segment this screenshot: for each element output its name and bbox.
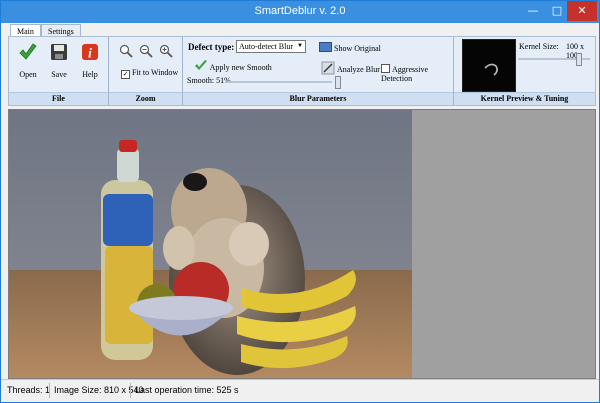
open-button[interactable]: Open	[13, 40, 43, 80]
kernel-size-slider-thumb[interactable]	[576, 53, 582, 66]
photo-image	[9, 110, 412, 378]
blur-parameters-group: Defect type: Auto-detect Blur ▼ Show Ori…	[183, 37, 454, 105]
tab-strip: Main Settings	[1, 23, 599, 38]
checkmark-icon	[195, 60, 207, 70]
help-icon: i	[82, 44, 98, 62]
apply-new-smooth-button[interactable]: Apply new Smooth	[194, 60, 272, 72]
app-window: SmartDeblur v. 2.0 — □ ✕ Main Settings O…	[0, 0, 600, 403]
dropdown-arrow-icon: ▼	[297, 43, 303, 49]
analyze-blur-icon	[321, 61, 335, 75]
save-label: Save	[51, 70, 67, 79]
smooth-label: Smooth: 51%	[187, 76, 231, 85]
zoom-out-icon[interactable]	[139, 44, 153, 58]
save-icon	[51, 44, 67, 60]
close-button[interactable]: ✕	[567, 1, 597, 21]
kernel-preview	[462, 39, 516, 92]
zoom-group: ✓ Fit to Window Zoom	[109, 37, 183, 105]
zoom-group-label: Zoom	[109, 92, 182, 105]
status-divider	[49, 383, 50, 398]
status-bar: Threads: 1 Image Size: 810 x 540 Last op…	[1, 379, 599, 402]
help-label: Help	[82, 70, 98, 79]
fit-to-window-checkbox[interactable]: ✓ Fit to Window	[121, 68, 178, 79]
aggressive-checkbox-box[interactable]	[381, 64, 390, 73]
status-divider	[130, 383, 131, 398]
fit-checkbox-box[interactable]: ✓	[121, 70, 130, 79]
apply-new-smooth-label: Apply new Smooth	[209, 63, 272, 72]
defect-type-value: Auto-detect Blur	[239, 42, 293, 51]
analyze-blur-button[interactable]: Analyze Blur	[321, 61, 380, 75]
fit-to-window-label: Fit to Window	[132, 68, 179, 77]
show-original-label: Show Original	[334, 44, 381, 53]
help-button[interactable]: i Help	[75, 40, 105, 80]
show-original-button[interactable]: Show Original	[319, 42, 381, 53]
ribbon: Open Save i Help File ✓ Fit to Window Zo…	[8, 36, 596, 106]
open-label: Open	[19, 70, 37, 79]
threads-status: Threads: 1	[7, 385, 51, 395]
aggressive-detection-checkbox[interactable]: Aggressive Detection	[381, 64, 453, 83]
window-title: SmartDeblur v. 2.0	[254, 5, 346, 17]
svg-text:i: i	[88, 47, 92, 62]
file-group-label: File	[9, 92, 108, 105]
image-icon	[319, 42, 332, 52]
kernel-group-label: Kernel Preview & Tuning	[454, 92, 595, 105]
defect-type-label: Defect type:	[188, 42, 235, 52]
file-group: Open Save i Help File	[9, 37, 109, 105]
kernel-size-label: Kernel Size:	[519, 42, 559, 51]
zoom-in-icon[interactable]	[159, 44, 173, 58]
open-icon	[19, 43, 37, 60]
zoom-fit-icon[interactable]	[119, 44, 133, 58]
title-bar[interactable]: SmartDeblur v. 2.0 — □ ✕	[1, 1, 599, 23]
defect-type-select[interactable]: Auto-detect Blur ▼	[236, 40, 306, 53]
kernel-group: Kernel Size: 100 x 100 Kernel Preview & …	[454, 37, 595, 105]
smooth-slider-track[interactable]	[227, 81, 332, 83]
maximize-button[interactable]: □	[545, 1, 569, 21]
last-operation-status: Last operation time: 525 s	[135, 385, 239, 395]
blur-parameters-group-label: Blur Parameters	[183, 92, 453, 105]
analyze-blur-label: Analyze Blur	[337, 65, 380, 74]
save-button[interactable]: Save	[44, 40, 74, 80]
smooth-slider-thumb[interactable]	[335, 76, 341, 89]
minimize-button[interactable]: —	[521, 1, 545, 21]
image-canvas[interactable]	[8, 109, 596, 379]
